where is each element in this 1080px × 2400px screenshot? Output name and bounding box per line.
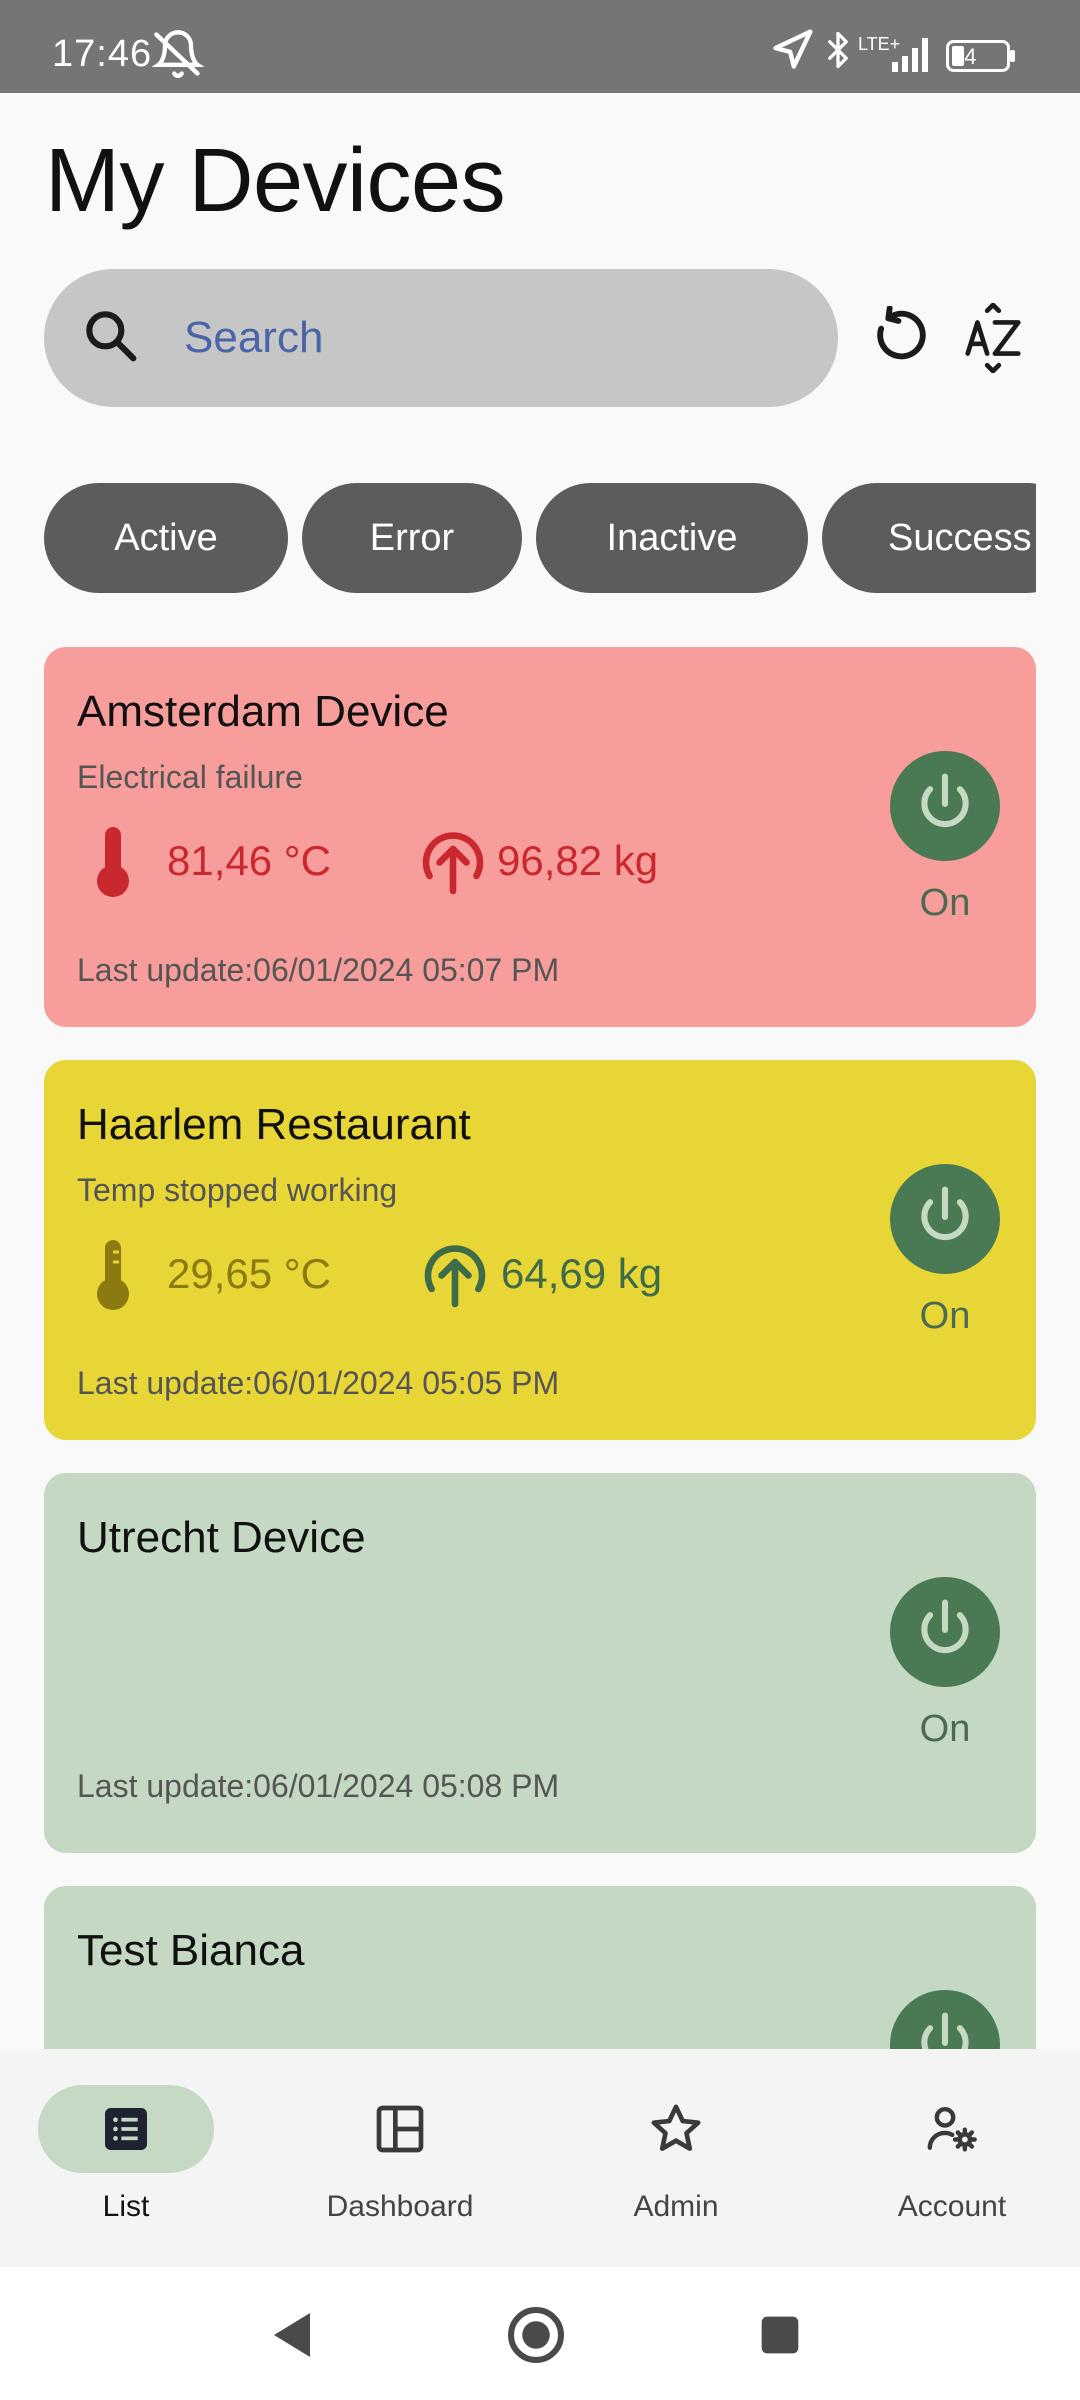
thermometer-icon: [89, 823, 137, 904]
sort-az-icon: [961, 302, 1025, 378]
search-input[interactable]: [184, 303, 784, 373]
last-update: Last update:06/01/2024 05:07 PM: [77, 952, 560, 988]
device-card[interactable]: Haarlem Restaurant Temp stopped working …: [44, 1060, 1036, 1440]
nav-label: Account: [897, 2190, 1007, 2223]
nav-item-dashboard[interactable]: Dashboard: [294, 2085, 514, 2235]
power-icon: [912, 1184, 978, 1255]
power-label: On: [919, 882, 971, 924]
weight-value: 96,82 kg: [497, 837, 659, 884]
chip-inactive[interactable]: Inactive: [536, 483, 808, 593]
device-name: Amsterdam Device: [77, 687, 449, 736]
home-circle-icon: [506, 2305, 566, 2370]
last-update: Last update:06/01/2024 05:08 PM: [77, 1768, 560, 1804]
nav-label: List: [102, 2190, 150, 2223]
device-message: Temp stopped working: [77, 1172, 398, 1208]
refresh-button[interactable]: [854, 295, 944, 385]
temperature-value: 81,46 °C: [167, 837, 331, 884]
device-message: Electrical failure: [77, 759, 303, 795]
temperature-value: 29,65 °C: [167, 1250, 331, 1297]
device-name: Utrecht Device: [77, 1513, 366, 1562]
power-button[interactable]: [890, 1990, 1000, 2049]
nav-item-admin[interactable]: Admin: [570, 2085, 790, 2235]
chip-active[interactable]: Active: [44, 483, 288, 593]
dashboard-icon: [370, 2101, 430, 2162]
home-button[interactable]: [496, 2297, 576, 2377]
bottom-navigation: List Dashboard Admin Account: [0, 2049, 1080, 2267]
power-icon: [912, 2010, 978, 2049]
power-label: On: [919, 1295, 971, 1337]
nav-label: Dashboard: [326, 2190, 474, 2223]
battery-level: 24: [952, 44, 977, 69]
weight-value: 64,69 kg: [501, 1250, 663, 1297]
device-card[interactable]: Test Bianca: [44, 1886, 1036, 2049]
device-name: Test Bianca: [77, 1926, 305, 1975]
system-navigation-bar: [0, 2267, 1080, 2400]
nav-item-account[interactable]: Account: [846, 2085, 1066, 2235]
power-button[interactable]: [890, 1577, 1000, 1687]
bluetooth-icon: [820, 28, 856, 77]
refresh-icon: [867, 304, 931, 375]
power-button[interactable]: [890, 1164, 1000, 1274]
page-title: My Devices: [45, 131, 506, 231]
thermometer-icon: [89, 1236, 137, 1317]
recents-button[interactable]: [740, 2297, 820, 2377]
status-time: 17:46: [52, 33, 153, 75]
device-name: Haarlem Restaurant: [77, 1100, 471, 1149]
star-icon: [646, 2101, 706, 2162]
search-bar[interactable]: [44, 269, 838, 407]
search-icon: [80, 305, 144, 374]
last-update: Last update:06/01/2024 05:05 PM: [77, 1365, 560, 1401]
chip-success[interactable]: Success: [822, 483, 1036, 593]
back-button[interactable]: [252, 2297, 332, 2377]
device-card[interactable]: Utrecht Device Last update:06/01/2024 05…: [44, 1473, 1036, 1853]
weight-arrow-icon: [419, 1238, 491, 1315]
power-button[interactable]: [890, 751, 1000, 861]
back-triangle-icon: [268, 2308, 316, 2367]
nav-item-list[interactable]: List: [20, 2085, 240, 2235]
device-card[interactable]: Amsterdam Device Electrical failure 81,4…: [44, 647, 1036, 1027]
location-icon: [770, 28, 814, 77]
filter-chips: Active Error Inactive Success: [44, 483, 1036, 593]
power-label: On: [919, 1708, 971, 1750]
device-list: Amsterdam Device Electrical failure 81,4…: [44, 647, 1036, 2049]
weight-arrow-icon: [417, 825, 489, 902]
power-icon: [912, 1597, 978, 1668]
list-icon: [96, 2101, 156, 2162]
recents-square-icon: [758, 2313, 802, 2362]
status-bar: 17:46 LTE+ 24: [0, 0, 1080, 93]
chip-error[interactable]: Error: [302, 483, 522, 593]
alarm-off-icon: [151, 28, 205, 85]
power-icon: [912, 771, 978, 842]
account-settings-icon: [922, 2101, 982, 2162]
sort-az-button[interactable]: [948, 295, 1038, 385]
nav-label: Admin: [633, 2190, 719, 2223]
